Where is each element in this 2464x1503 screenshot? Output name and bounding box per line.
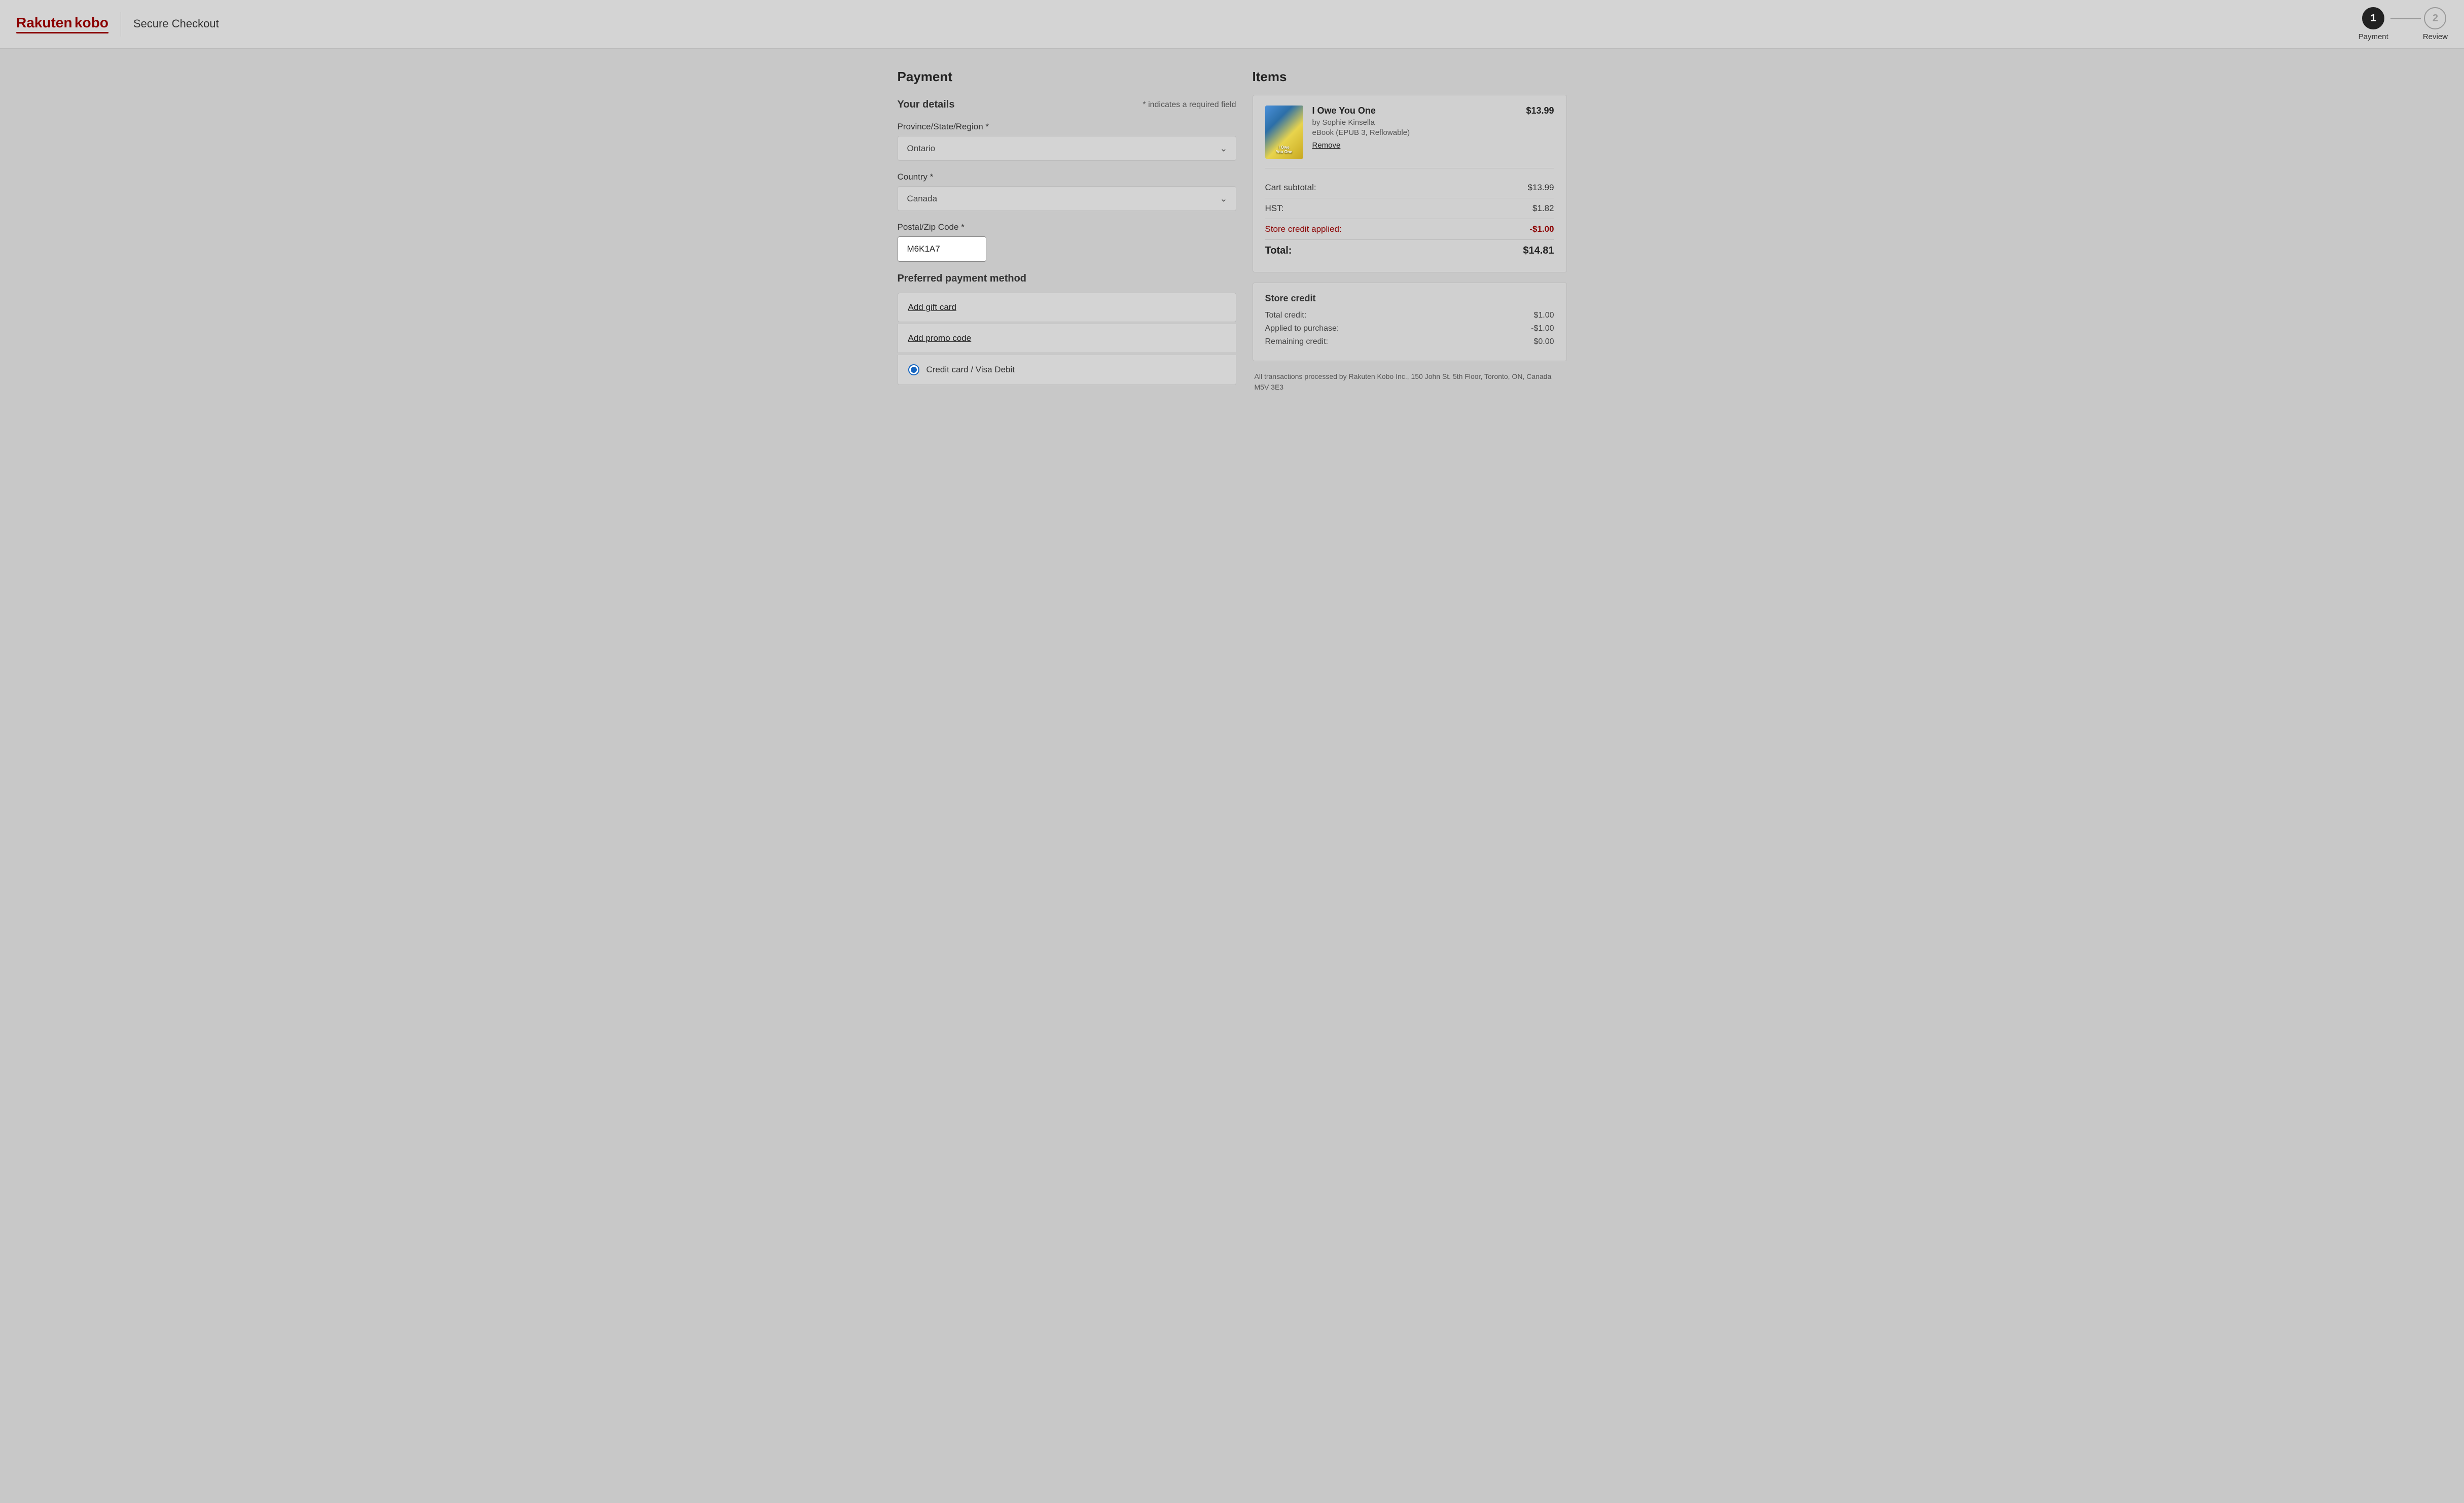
your-details-header: Your details * indicates a required fiel… bbox=[898, 99, 1236, 111]
book-cover-text: I OweYou One bbox=[1267, 145, 1301, 155]
country-select-wrapper[interactable]: Canada United States United Kingdom Aust… bbox=[898, 186, 1236, 211]
total-value: $14.81 bbox=[1523, 245, 1554, 257]
required-note: * indicates a required field bbox=[1142, 100, 1236, 110]
postal-input[interactable] bbox=[898, 236, 986, 262]
country-label: Country * bbox=[898, 172, 1236, 182]
preferred-payment-label: Preferred payment method bbox=[898, 273, 1236, 285]
store-credit-section-title: Store credit bbox=[1265, 293, 1554, 304]
header: Rakuten kobo Secure Checkout 1 Payment 2… bbox=[0, 0, 2464, 49]
total-credit-value: $1.00 bbox=[1533, 311, 1554, 320]
add-gift-card-box[interactable]: Add gift card bbox=[898, 293, 1236, 322]
step-payment: 1 Payment bbox=[2359, 7, 2388, 41]
country-select[interactable]: Canada United States United Kingdom Aust… bbox=[898, 187, 1236, 211]
total-label: Total: bbox=[1265, 245, 1292, 257]
step-payment-circle: 1 bbox=[2362, 7, 2384, 29]
step-connector bbox=[2390, 18, 2421, 19]
postal-field-group: Postal/Zip Code * bbox=[898, 222, 1236, 262]
applied-to-purchase-row: Applied to purchase: -$1.00 bbox=[1265, 324, 1554, 333]
logo-underline bbox=[16, 32, 109, 33]
book-row: I OweYou One I Owe You One by Sophie Kin… bbox=[1265, 106, 1554, 168]
province-label: Province/State/Region * bbox=[898, 122, 1236, 132]
cart-subtotal-row: Cart subtotal: $13.99 bbox=[1265, 178, 1554, 198]
remaining-value: $0.00 bbox=[1533, 337, 1554, 346]
postal-label: Postal/Zip Code * bbox=[898, 222, 1236, 232]
left-panel: Payment Your details * indicates a requi… bbox=[898, 69, 1236, 396]
province-select-wrapper[interactable]: Ontario British Columbia Alberta Quebec … bbox=[898, 136, 1236, 161]
credit-card-label: Credit card / Visa Debit bbox=[926, 365, 1015, 375]
store-credit-applied-value: -$1.00 bbox=[1529, 224, 1554, 234]
hst-value: $1.82 bbox=[1532, 203, 1554, 214]
applied-value: -$1.00 bbox=[1531, 324, 1554, 333]
main-content: Payment Your details * indicates a requi… bbox=[877, 49, 1587, 416]
step-review-circle: 2 bbox=[2424, 7, 2446, 29]
add-promo-code-box[interactable]: Add promo code bbox=[898, 324, 1236, 353]
book-price: $13.99 bbox=[1526, 106, 1554, 116]
book-format: eBook (EPUB 3, Reflowable) bbox=[1312, 128, 1517, 137]
hst-label: HST: bbox=[1265, 203, 1284, 214]
logo-kobo: kobo bbox=[75, 15, 109, 30]
applied-label: Applied to purchase: bbox=[1265, 324, 1339, 333]
book-cover: I OweYou One bbox=[1265, 106, 1303, 159]
items-box: I OweYou One I Owe You One by Sophie Kin… bbox=[1253, 95, 1567, 272]
right-panel: Items I OweYou One I Owe You One by Soph… bbox=[1253, 69, 1567, 396]
your-details-label: Your details bbox=[898, 99, 955, 111]
cart-subtotal-value: $13.99 bbox=[1528, 183, 1554, 193]
total-row: Total: $14.81 bbox=[1265, 240, 1554, 262]
book-cover-image: I OweYou One bbox=[1265, 106, 1303, 159]
items-title: Items bbox=[1253, 69, 1567, 85]
credit-card-radio[interactable] bbox=[908, 364, 919, 375]
logo-rakuten: Rakuten bbox=[16, 15, 72, 30]
total-credit-row: Total credit: $1.00 bbox=[1265, 311, 1554, 320]
book-info: I Owe You One by Sophie Kinsella eBook (… bbox=[1312, 106, 1517, 150]
add-gift-card-button[interactable]: Add gift card bbox=[908, 302, 956, 312]
book-title: I Owe You One bbox=[1312, 106, 1517, 116]
province-field-group: Province/State/Region * Ontario British … bbox=[898, 122, 1236, 161]
store-credit-section: Store credit Total credit: $1.00 Applied… bbox=[1253, 283, 1567, 361]
transactions-note: All transactions processed by Rakuten Ko… bbox=[1253, 371, 1567, 393]
credit-card-row[interactable]: Credit card / Visa Debit bbox=[898, 355, 1236, 385]
remaining-credit-row: Remaining credit: $0.00 bbox=[1265, 337, 1554, 346]
hst-row: HST: $1.82 bbox=[1265, 198, 1554, 219]
store-credit-applied-label: Store credit applied: bbox=[1265, 224, 1342, 234]
store-credit-row: Store credit applied: -$1.00 bbox=[1265, 219, 1554, 240]
province-select[interactable]: Ontario British Columbia Alberta Quebec … bbox=[898, 136, 1236, 160]
payment-title: Payment bbox=[898, 69, 1236, 85]
book-remove-button[interactable]: Remove bbox=[1312, 141, 1341, 150]
remaining-label: Remaining credit: bbox=[1265, 337, 1329, 346]
checkout-steps: 1 Payment 2 Review bbox=[2359, 7, 2448, 41]
step-review: 2 Review bbox=[2423, 7, 2448, 41]
step-review-label: Review bbox=[2423, 32, 2448, 41]
total-credit-label: Total credit: bbox=[1265, 311, 1307, 320]
secure-checkout-label: Secure Checkout bbox=[133, 17, 219, 31]
logo: Rakuten kobo bbox=[16, 15, 109, 33]
book-author: by Sophie Kinsella bbox=[1312, 118, 1517, 127]
add-promo-code-link[interactable]: Add promo code bbox=[908, 333, 972, 343]
preferred-payment-group: Preferred payment method Add gift card A… bbox=[898, 273, 1236, 385]
radio-selected-indicator bbox=[911, 367, 917, 373]
step-payment-label: Payment bbox=[2359, 32, 2388, 41]
cart-subtotal-label: Cart subtotal: bbox=[1265, 183, 1316, 193]
country-field-group: Country * Canada United States United Ki… bbox=[898, 172, 1236, 211]
